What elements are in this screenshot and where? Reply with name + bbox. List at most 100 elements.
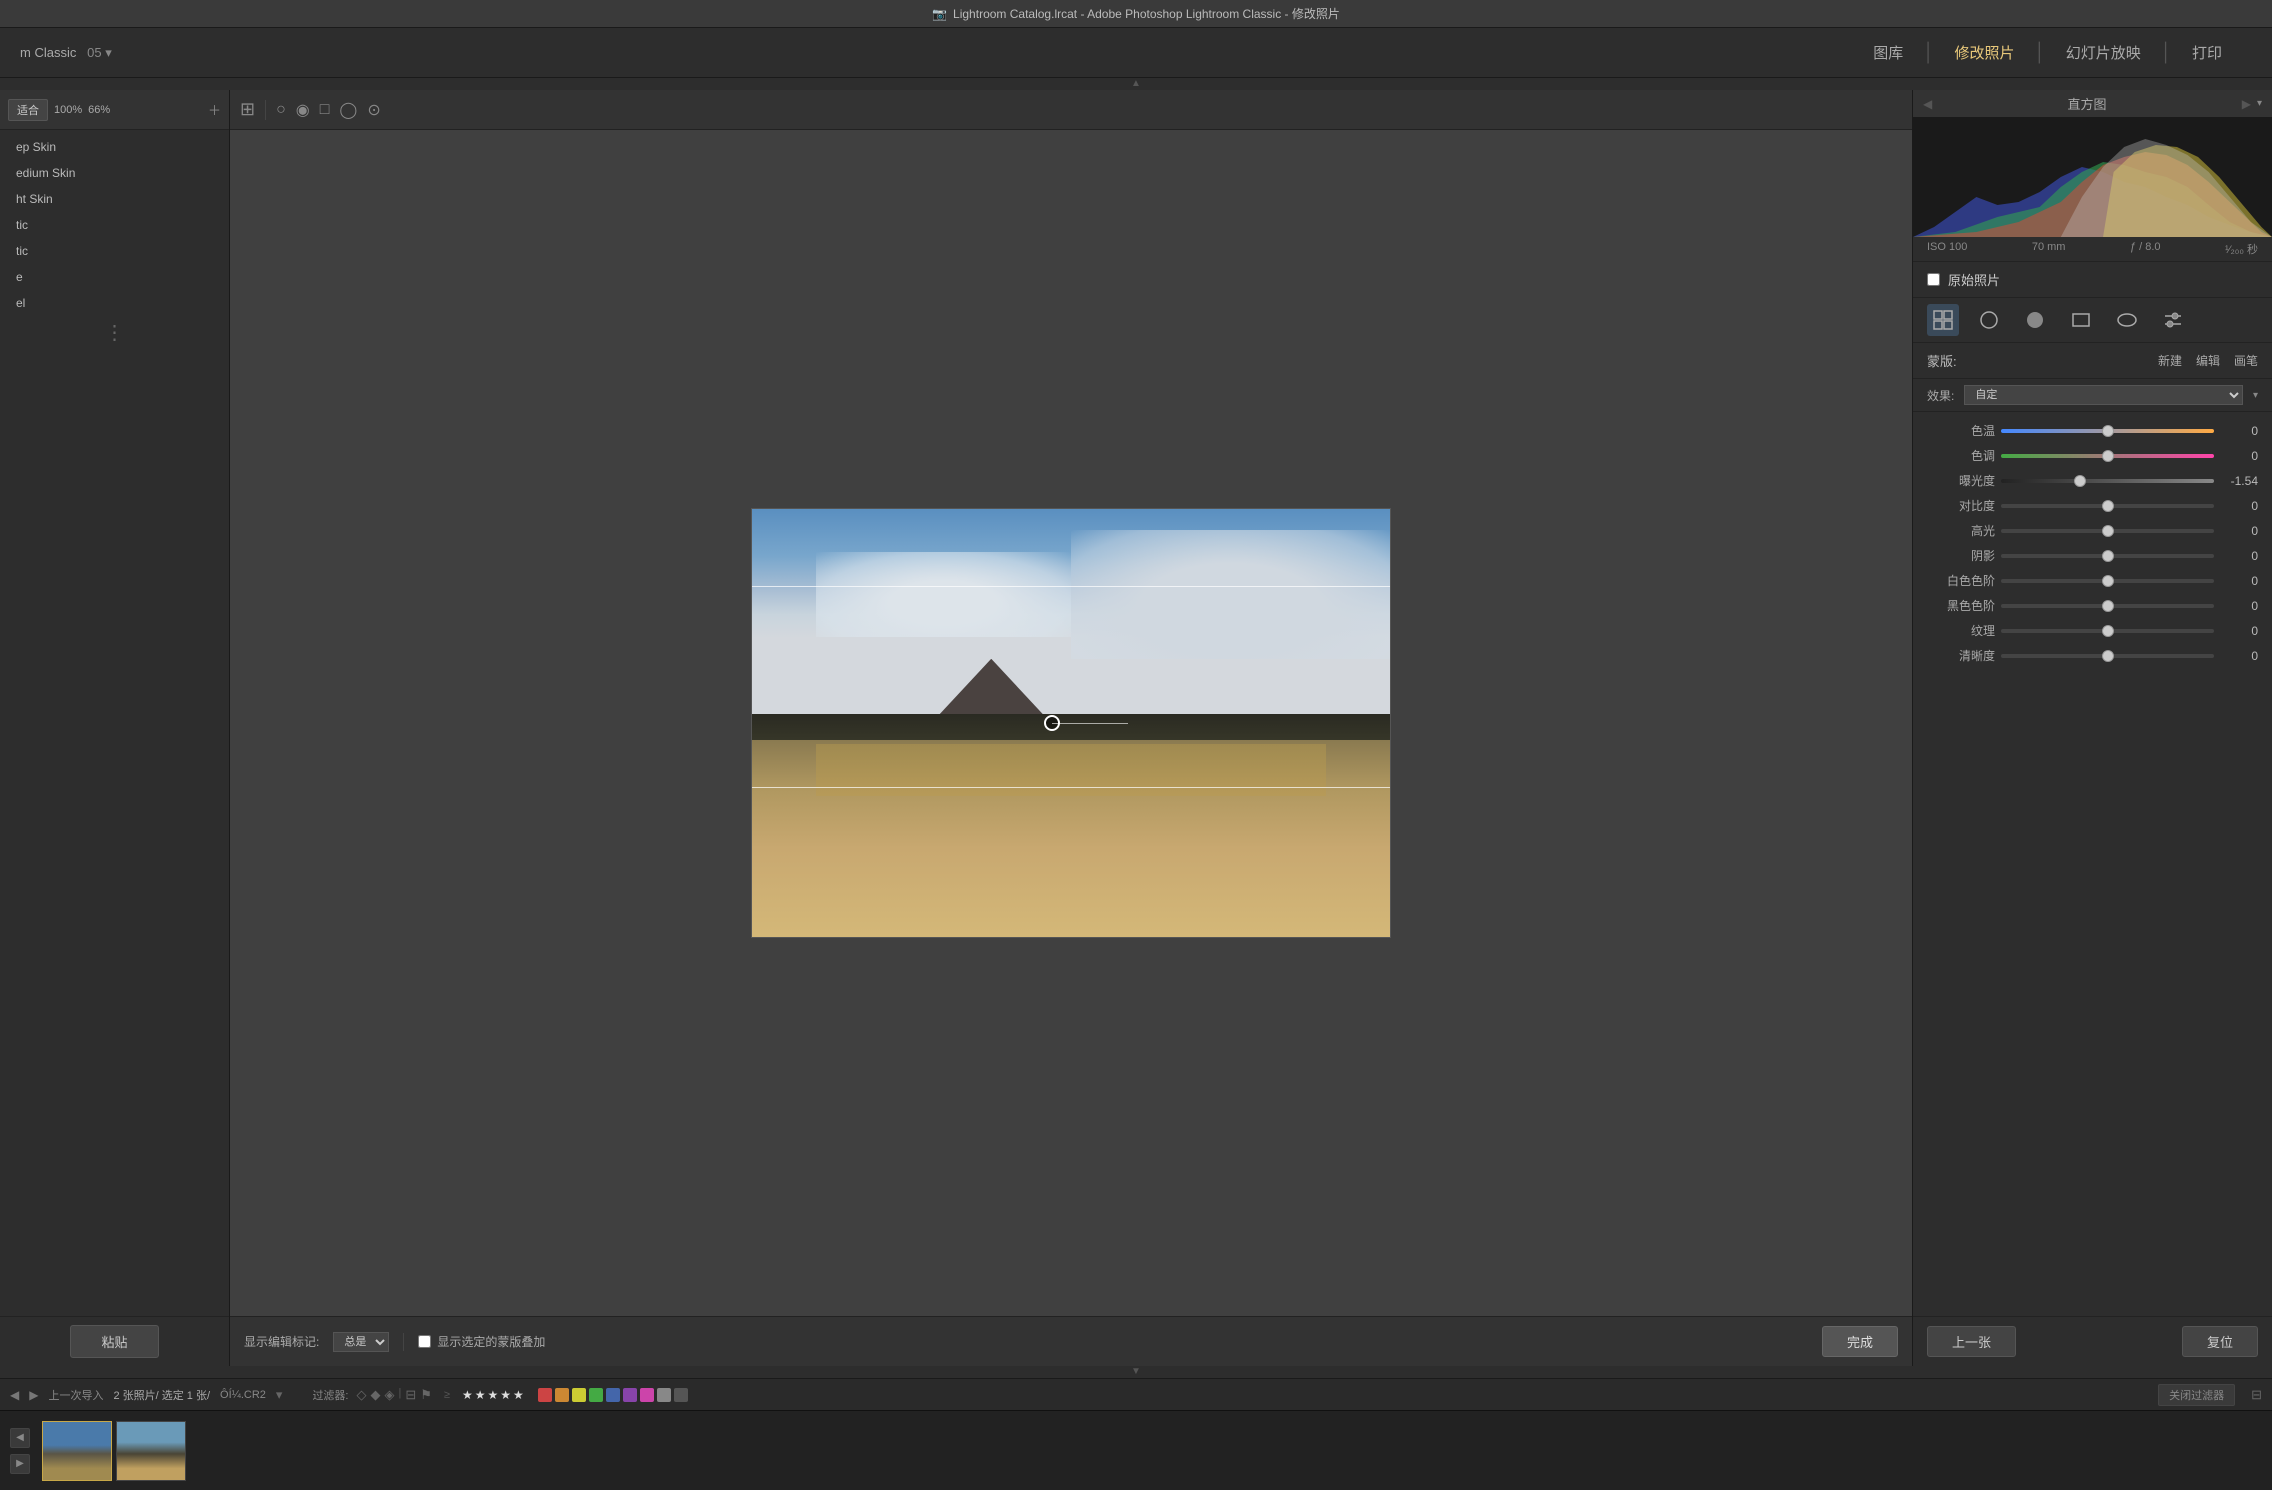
- color-label-blue[interactable]: [606, 1388, 620, 1402]
- color-label-gray[interactable]: [657, 1388, 671, 1402]
- slider-track-exposure[interactable]: [2001, 479, 2214, 483]
- thumb-nav-next[interactable]: ▶: [10, 1454, 30, 1474]
- filmstrip-next-btn[interactable]: ▶: [29, 1388, 38, 1402]
- brush-tool[interactable]: ⊙: [367, 100, 380, 120]
- control-line: [1052, 723, 1129, 724]
- thumbnail-1[interactable]: [42, 1421, 112, 1481]
- mask-grid-tool[interactable]: [1927, 304, 1959, 336]
- effects-dropdown[interactable]: ▾: [2253, 390, 2258, 401]
- preset-item-deep-skin[interactable]: ep Skin: [0, 134, 229, 160]
- show-edit-select[interactable]: 总是: [333, 1332, 389, 1352]
- filmstrip-prev-btn[interactable]: ◀: [10, 1388, 19, 1402]
- original-photo-checkbox[interactable]: [1927, 273, 1940, 286]
- filter-sliders[interactable]: ⊟: [405, 1387, 416, 1403]
- star-5[interactable]: ★: [513, 1388, 524, 1402]
- module-print[interactable]: 打印: [2172, 28, 2242, 78]
- slider-track-contrast[interactable]: [2001, 504, 2214, 508]
- slider-track-clarity[interactable]: [2001, 654, 2214, 658]
- preset-item-medium-skin[interactable]: edium Skin: [0, 160, 229, 186]
- mask-label-row: 蒙版: 新建 编辑 画笔: [1913, 343, 2272, 379]
- fit-view-btn[interactable]: 适合: [8, 99, 48, 121]
- preset-item-tic-2[interactable]: tic: [0, 238, 229, 264]
- slider-track-tint[interactable]: [2001, 454, 2214, 458]
- thumbnail-2[interactable]: [116, 1421, 186, 1481]
- preset-item-el[interactable]: el: [0, 290, 229, 316]
- histogram-dropdown[interactable]: ▾: [2257, 98, 2262, 109]
- color-label-orange[interactable]: [555, 1388, 569, 1402]
- module-develop[interactable]: 修改照片: [1934, 28, 2034, 78]
- redeye-tool[interactable]: ◉: [296, 100, 310, 120]
- color-label-yellow[interactable]: [572, 1388, 586, 1402]
- color-label-red[interactable]: [538, 1388, 552, 1402]
- slider-track-whites[interactable]: [2001, 579, 2214, 583]
- show-edit-label: 显示编辑标记:: [244, 1333, 319, 1350]
- photo-canvas[interactable]: [230, 130, 1912, 1316]
- mask-slider-tool[interactable]: [2157, 304, 2189, 336]
- color-label-green[interactable]: [589, 1388, 603, 1402]
- slider-thumb-exposure[interactable]: [2074, 475, 2086, 487]
- mask-tool[interactable]: □: [320, 101, 330, 119]
- filmstrip-expand-btn[interactable]: ⊟: [2251, 1387, 2262, 1403]
- crop-tool[interactable]: ⊞: [240, 99, 255, 120]
- hist-clipping-right[interactable]: ▶: [2242, 97, 2251, 111]
- edit-mask-btn[interactable]: 编辑: [2196, 352, 2220, 369]
- reset-btn[interactable]: 复位: [2182, 1326, 2258, 1357]
- slider-thumb-shadows[interactable]: [2102, 550, 2114, 562]
- panel-arrow-top[interactable]: ▲: [0, 78, 2272, 90]
- filter-section: 过滤器: ◇ ◆ ◈ | ⊟ ⚑ ≥ ★ ★ ★ ★ ★: [312, 1387, 687, 1403]
- hist-clipping-left[interactable]: ◀: [1923, 97, 1932, 111]
- slider-track-shadows[interactable]: [2001, 554, 2214, 558]
- thumb-nav-prev[interactable]: ◀: [10, 1428, 30, 1448]
- aperture-info: ƒ / 8.0: [2130, 241, 2161, 257]
- filter-flag[interactable]: ⚑: [420, 1387, 432, 1403]
- slider-thumb-contrast[interactable]: [2102, 500, 2114, 512]
- slider-thumb-texture[interactable]: [2102, 625, 2114, 637]
- new-mask-btn[interactable]: 新建: [2158, 352, 2182, 369]
- preset-item-light-skin[interactable]: ht Skin: [0, 186, 229, 212]
- slider-track-texture[interactable]: [2001, 629, 2214, 633]
- panel-arrow-bottom[interactable]: ▼: [0, 1366, 2272, 1378]
- slider-thumb-tint[interactable]: [2102, 450, 2114, 462]
- star-4[interactable]: ★: [500, 1388, 511, 1402]
- module-library[interactable]: 图库: [1853, 28, 1923, 78]
- prev-photo-btn[interactable]: 上一张: [1927, 1326, 2016, 1357]
- star-3[interactable]: ★: [488, 1388, 499, 1402]
- mask-filled-circle-tool[interactable]: [2019, 304, 2051, 336]
- effects-select[interactable]: 自定: [1964, 385, 2243, 405]
- slider-track-blacks[interactable]: [2001, 604, 2214, 608]
- slider-track-highlights[interactable]: [2001, 529, 2214, 533]
- slider-thumb-highlights[interactable]: [2102, 525, 2114, 537]
- done-btn[interactable]: 完成: [1822, 1326, 1898, 1357]
- brush-mask-btn[interactable]: 画笔: [2234, 352, 2258, 369]
- star-2[interactable]: ★: [475, 1388, 486, 1402]
- preset-scroll-indicator: ⋮: [0, 316, 229, 349]
- paste-btn[interactable]: 粘贴: [70, 1325, 158, 1358]
- mask-circle-outline-tool[interactable]: [1973, 304, 2005, 336]
- filter-diamond-2[interactable]: ◆: [371, 1387, 381, 1403]
- add-preset-btn[interactable]: ＋: [208, 100, 221, 119]
- slider-thumb-clarity[interactable]: [2102, 650, 2114, 662]
- filter-tool[interactable]: ◯: [339, 100, 357, 120]
- module-slideshow[interactable]: 幻灯片放映: [2046, 28, 2161, 78]
- slider-label-shadows: 阴影: [1927, 547, 1995, 564]
- slider-thumb-blacks[interactable]: [2102, 600, 2114, 612]
- slider-thumb-whites[interactable]: [2102, 575, 2114, 587]
- color-label-pink[interactable]: [640, 1388, 654, 1402]
- color-label-none[interactable]: [674, 1388, 688, 1402]
- filter-diamond-1[interactable]: ◇: [357, 1387, 367, 1403]
- filter-diamond-3[interactable]: ◈: [385, 1387, 395, 1403]
- mask-rect-tool[interactable]: [2065, 304, 2097, 336]
- close-filter-btn[interactable]: 关闭过滤器: [2158, 1384, 2235, 1406]
- slider-label-contrast: 对比度: [1927, 497, 1995, 514]
- star-1[interactable]: ★: [462, 1388, 473, 1402]
- filename-dropdown[interactable]: ▾: [276, 1387, 283, 1403]
- show-mask-checkbox[interactable]: [418, 1335, 431, 1348]
- slider-track-temp[interactable]: [2001, 429, 2214, 433]
- spot-tool[interactable]: ○: [276, 101, 286, 119]
- color-label-purple[interactable]: [623, 1388, 637, 1402]
- preset-item-e[interactable]: e: [0, 264, 229, 290]
- mask-ellipse-tool[interactable]: [2111, 304, 2143, 336]
- slider-thumb-temp[interactable]: [2102, 425, 2114, 437]
- thumbnail-1-img: [43, 1422, 111, 1480]
- preset-item-tic-1[interactable]: tic: [0, 212, 229, 238]
